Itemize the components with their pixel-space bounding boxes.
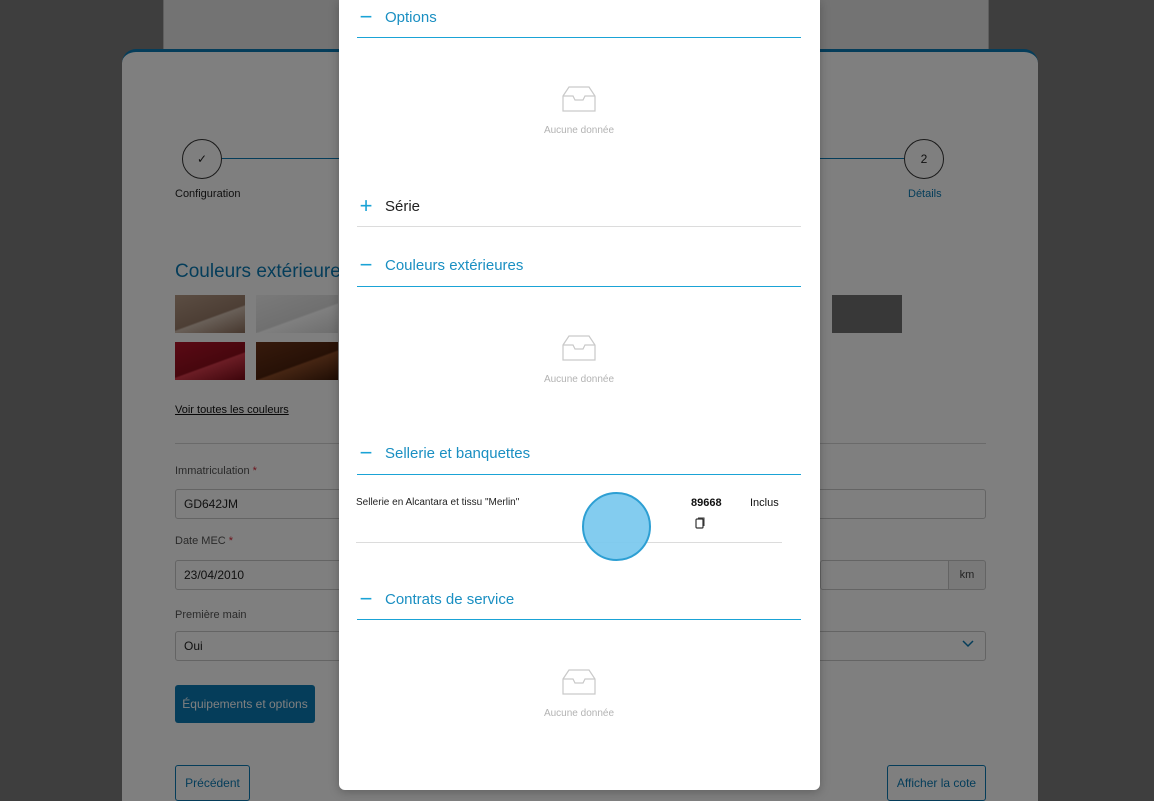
upholstery-item-name: Sellerie en Alcantara et tissu "Merlin" [356, 497, 520, 508]
upholstery-item-code: 89668 [691, 497, 722, 509]
accordion-options-header[interactable]: − Options [357, 2, 801, 32]
accordion-serie-title: Série [385, 197, 421, 215]
accordion-options-title: Options [385, 8, 437, 26]
touch-indicator [582, 492, 651, 561]
accordion-colors-title: Couleurs extérieures [385, 256, 524, 274]
equipment-modal: − Options Aucune donnée + Série − Couleu… [339, 0, 820, 790]
empty-inbox-icon [562, 669, 596, 695]
collapse-icon: − [359, 440, 373, 465]
accordion-colors-header[interactable]: − Couleurs extérieures [357, 250, 801, 280]
collapse-icon: − [359, 252, 373, 277]
accordion-colors-rule [357, 286, 801, 287]
empty-text: Aucune donnée [543, 374, 615, 385]
copy-icon[interactable] [695, 517, 705, 529]
upholstery-item-status: Inclus [750, 497, 779, 509]
empty-inbox-icon [562, 335, 596, 361]
expand-icon: + [359, 193, 373, 218]
accordion-serie-header[interactable]: + Série [357, 191, 801, 221]
empty-text: Aucune donnée [543, 708, 615, 719]
contracts-empty-state: Aucune donnée [479, 667, 679, 719]
accordion-contracts-rule [357, 619, 801, 620]
accordion-options-rule [357, 37, 801, 38]
upholstery-row-divider [356, 542, 782, 543]
empty-inbox-icon [562, 86, 596, 112]
accordion-serie-rule [357, 226, 801, 227]
colors-empty-state: Aucune donnée [479, 333, 679, 385]
options-empty-state: Aucune donnée [479, 84, 679, 136]
collapse-icon: − [359, 4, 373, 29]
collapse-icon: − [359, 586, 373, 611]
accordion-upholstery-rule [357, 474, 801, 475]
accordion-contracts-header[interactable]: − Contrats de service [357, 584, 801, 614]
accordion-contracts-title: Contrats de service [385, 590, 515, 608]
accordion-upholstery-header[interactable]: − Sellerie et banquettes [357, 438, 801, 468]
empty-text: Aucune donnée [543, 125, 615, 136]
accordion-upholstery-title: Sellerie et banquettes [385, 444, 531, 462]
